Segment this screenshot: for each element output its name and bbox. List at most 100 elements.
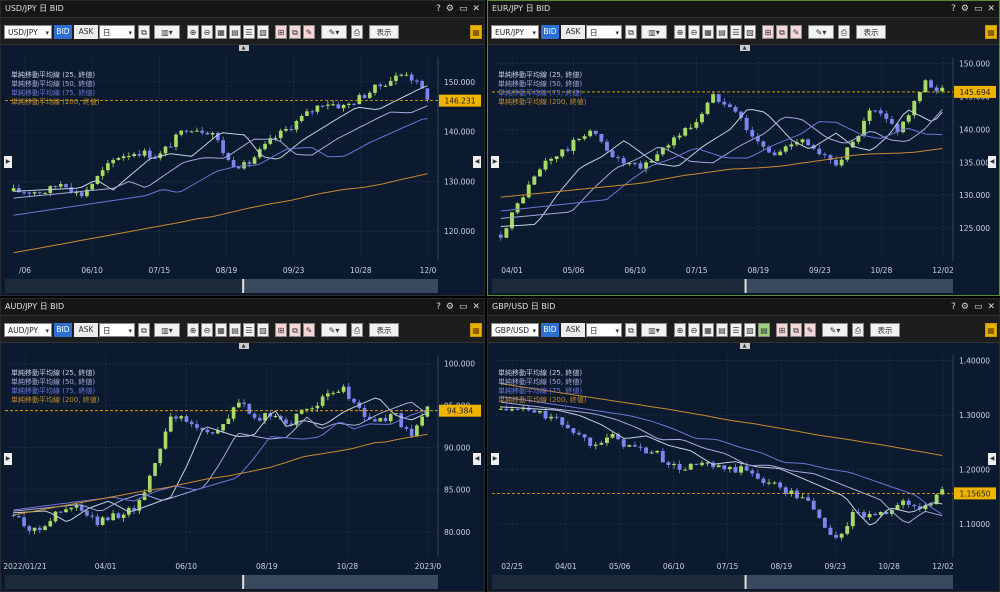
help-icon[interactable]: ? xyxy=(436,299,441,315)
add-indicator-icon[interactable]: ⊞ xyxy=(762,25,774,39)
close-icon[interactable]: ✕ xyxy=(987,1,995,17)
close-icon[interactable]: ✕ xyxy=(472,1,480,17)
print-icon[interactable]: ⎙ xyxy=(351,25,363,39)
copy-indicator-icon[interactable]: ⧉ xyxy=(790,323,802,337)
print-icon[interactable]: ⎙ xyxy=(351,323,363,337)
edit-indicator-icon[interactable]: ✎ xyxy=(303,323,315,337)
edit-indicator-icon[interactable]: ✎ xyxy=(303,25,315,39)
close-icon[interactable]: ✕ xyxy=(987,299,995,315)
window-icon[interactable]: ▭ xyxy=(974,1,983,17)
window-icon[interactable]: ▭ xyxy=(974,299,983,315)
scroll-right-icon[interactable]: ◀ xyxy=(988,453,996,465)
table-icon[interactable]: ▦ xyxy=(702,25,714,39)
ask-button[interactable]: ASK xyxy=(561,323,585,337)
grid-icon[interactable]: ▤ xyxy=(716,323,728,337)
add-indicator-icon[interactable]: ⊞ xyxy=(275,323,287,337)
zoom-out-icon[interactable]: ⊖ xyxy=(201,25,213,39)
copy-indicator-icon[interactable]: ⧉ xyxy=(289,323,301,337)
settings-icon[interactable]: ⚙ xyxy=(961,299,969,315)
edit-indicator-icon[interactable]: ✎ xyxy=(804,323,816,337)
window-icon[interactable]: ▭ xyxy=(459,1,468,17)
close-icon[interactable]: ✕ xyxy=(472,299,480,315)
copy-icon[interactable]: ⧉ xyxy=(138,323,150,337)
symbol-select[interactable]: AUD/JPY xyxy=(4,323,52,338)
zoom-in-icon[interactable]: ⊕ xyxy=(187,25,199,39)
grid-icon[interactable]: ▤ xyxy=(716,25,728,39)
scroll-right-icon[interactable]: ◀ xyxy=(988,156,996,168)
zoom-in-icon[interactable]: ⊕ xyxy=(674,323,686,337)
settings-icon[interactable]: ⚙ xyxy=(446,1,454,17)
zoom-in-icon[interactable]: ⊕ xyxy=(187,323,199,337)
sync-icon[interactable]: ▦ xyxy=(985,323,997,337)
zoom-out-icon[interactable]: ⊖ xyxy=(201,323,213,337)
copy-indicator-icon[interactable]: ⧉ xyxy=(776,25,788,39)
chart-type-icon[interactable]: ▥▾ xyxy=(154,25,180,39)
help-icon[interactable]: ? xyxy=(951,1,956,17)
navigator-window[interactable] xyxy=(243,279,438,293)
period-select[interactable]: 日 xyxy=(99,25,135,40)
list-icon[interactable]: ☰ xyxy=(243,323,255,337)
add-indicator-icon[interactable]: ⊞ xyxy=(275,25,287,39)
print-icon[interactable]: ⎙ xyxy=(852,323,864,337)
symbol-select[interactable]: EUR/JPY xyxy=(491,25,539,40)
settings-icon[interactable]: ⚙ xyxy=(446,299,454,315)
calendar-icon[interactable]: ▧ xyxy=(257,25,269,39)
table-icon[interactable]: ▦ xyxy=(215,25,227,39)
draw-tool-icon[interactable]: ✎▾ xyxy=(321,25,347,39)
display-menu-button[interactable]: 表示 xyxy=(870,323,900,337)
navigator-window[interactable] xyxy=(243,575,438,589)
copy-icon[interactable]: ⧉ xyxy=(138,25,150,39)
period-select[interactable]: 日 xyxy=(586,323,622,338)
chart-type-icon[interactable]: ▥▾ xyxy=(641,323,667,337)
window-icon[interactable]: ▭ xyxy=(459,299,468,315)
table-icon[interactable]: ▦ xyxy=(702,323,714,337)
settings-icon[interactable]: ⚙ xyxy=(961,1,969,17)
calendar-icon[interactable]: ▧ xyxy=(744,25,756,39)
copy-icon[interactable]: ⧉ xyxy=(625,323,637,337)
grid-icon[interactable]: ▤ xyxy=(229,323,241,337)
display-menu-button[interactable]: 表示 xyxy=(369,25,399,39)
chart-type-icon[interactable]: ▥▾ xyxy=(154,323,180,337)
zoom-out-icon[interactable]: ⊖ xyxy=(688,323,700,337)
edit-indicator-icon[interactable]: ✎ xyxy=(790,25,802,39)
calendar-icon[interactable]: ▧ xyxy=(257,323,269,337)
help-icon[interactable]: ? xyxy=(951,299,956,315)
draw-tool-icon[interactable]: ✎▾ xyxy=(321,323,347,337)
sync-icon[interactable]: ▦ xyxy=(985,25,997,39)
chart-type-icon[interactable]: ▥▾ xyxy=(641,25,667,39)
copy-icon[interactable]: ⧉ xyxy=(625,25,637,39)
scroll-left-icon[interactable]: ▶ xyxy=(4,156,12,168)
scroll-right-icon[interactable]: ◀ xyxy=(473,453,481,465)
help-icon[interactable]: ? xyxy=(436,1,441,17)
period-select[interactable]: 日 xyxy=(586,25,622,40)
list-icon[interactable]: ☰ xyxy=(730,323,742,337)
zoom-out-icon[interactable]: ⊖ xyxy=(688,25,700,39)
ask-button[interactable]: ASK xyxy=(74,323,98,337)
add-indicator-icon[interactable]: ⊞ xyxy=(776,323,788,337)
symbol-select[interactable]: USD/JPY xyxy=(4,25,52,40)
bid-button[interactable]: BID xyxy=(54,25,72,39)
scroll-left-icon[interactable]: ▶ xyxy=(491,453,499,465)
scroll-left-icon[interactable]: ▶ xyxy=(4,453,12,465)
print-icon[interactable]: ⎙ xyxy=(838,25,850,39)
bid-button[interactable]: BID xyxy=(541,323,559,337)
copy-indicator-icon[interactable]: ⧉ xyxy=(289,25,301,39)
symbol-select[interactable]: GBP/USD xyxy=(491,323,539,338)
sync-icon[interactable]: ▦ xyxy=(470,25,482,39)
navigator-window[interactable] xyxy=(745,279,953,293)
bid-button[interactable]: BID xyxy=(54,323,72,337)
grid-icon[interactable]: ▤ xyxy=(229,25,241,39)
draw-tool-icon[interactable]: ✎▾ xyxy=(808,25,834,39)
ask-button[interactable]: ASK xyxy=(74,25,98,39)
table-icon[interactable]: ▦ xyxy=(215,323,227,337)
scroll-left-icon[interactable]: ▶ xyxy=(491,156,499,168)
period-select[interactable]: 日 xyxy=(99,323,135,338)
list-icon[interactable]: ☰ xyxy=(730,25,742,39)
display-menu-button[interactable]: 表示 xyxy=(369,323,399,337)
scroll-right-icon[interactable]: ◀ xyxy=(473,156,481,168)
display-menu-button[interactable]: 表示 xyxy=(856,25,886,39)
list-icon[interactable]: ☰ xyxy=(243,25,255,39)
zoom-in-icon[interactable]: ⊕ xyxy=(674,25,686,39)
ask-button[interactable]: ASK xyxy=(561,25,585,39)
draw-tool-icon[interactable]: ✎▾ xyxy=(822,323,848,337)
